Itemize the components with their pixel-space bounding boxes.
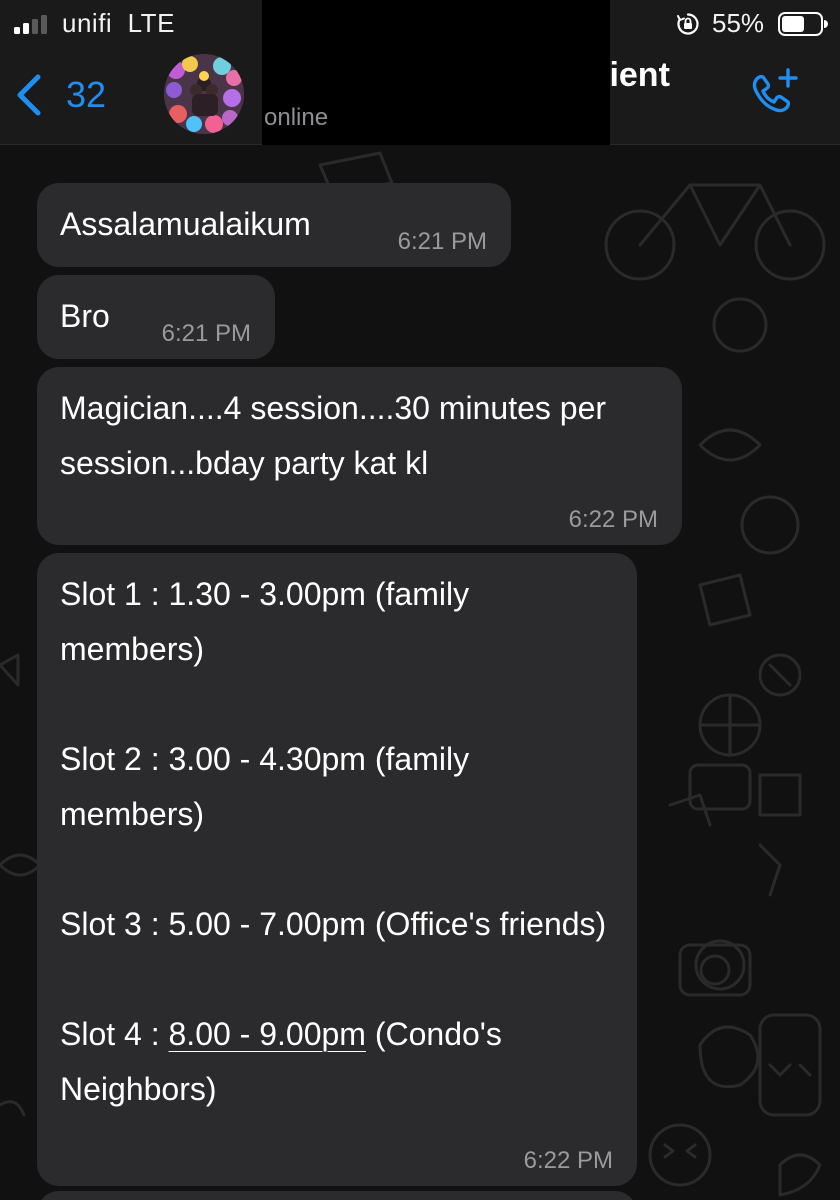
message-text: Slot 1 : 1.30 - 3.00pm (family members) … [60,567,620,1117]
avatar-photo [164,54,244,134]
contact-name[interactable]: lient [600,56,670,95]
slot-line: Slot 1 : 1.30 - 3.00pm (family members) [60,576,470,667]
signal-bars-icon [14,15,47,34]
message-text: Bro [60,298,110,334]
message-bubble[interactable]: Bro 6:21 PM [37,275,275,359]
message-list[interactable]: Assalamualaikum 6:21 PM Bro 6:21 PM Magi… [0,145,840,1200]
message-text: Assalamualaikum [60,206,311,242]
carrier-label: unifi LTE [62,8,175,39]
message-bubble[interactable]: Slot 1 : 1.30 - 3.00pm (family members) … [37,553,637,1186]
redaction-box [262,0,610,156]
message-time: 6:21 PM [161,320,251,347]
battery-percent: 55% [712,8,765,38]
chat-header: 32 lient online [0,0,840,156]
chat-screen: unifi LTE 55% 32 lient online Assalamual… [0,0,840,1200]
message-text: Magician....4 session....30 minutes per … [60,390,615,481]
message-bubble[interactable]: Magician....4 session....30 minutes per … [37,367,682,545]
message-time: 6:22 PM [523,1147,613,1174]
contact-status: online [264,104,329,131]
back-button[interactable]: 32 [14,70,106,120]
chevron-left-icon [17,74,41,116]
slot-prefix: Slot 4 : [60,1016,169,1052]
network-type: LTE [127,8,175,38]
time-link[interactable]: 8.00 - 9.00pm [169,1016,366,1052]
message-time: 6:21 PM [397,228,487,255]
message-time: 6:22 PM [568,506,658,533]
slot-line: Slot 3 : 5.00 - 7.00pm (Office's friends… [60,906,607,942]
battery-icon [778,12,828,36]
message-bubble-partial[interactable] [37,1191,637,1200]
message-bubble[interactable]: Assalamualaikum 6:21 PM [37,183,511,267]
rotation-lock-icon [677,13,699,35]
unread-count: 32 [66,74,107,115]
carrier-name: unifi [62,8,113,38]
slot-line: Slot 4 : 8.00 - 9.00pm (Condo's Neighbor… [60,1007,620,1117]
contact-avatar[interactable] [164,54,244,134]
slot-line: Slot 2 : 3.00 - 4.30pm (family members) [60,741,470,832]
phone-plus-icon[interactable] [746,66,802,122]
